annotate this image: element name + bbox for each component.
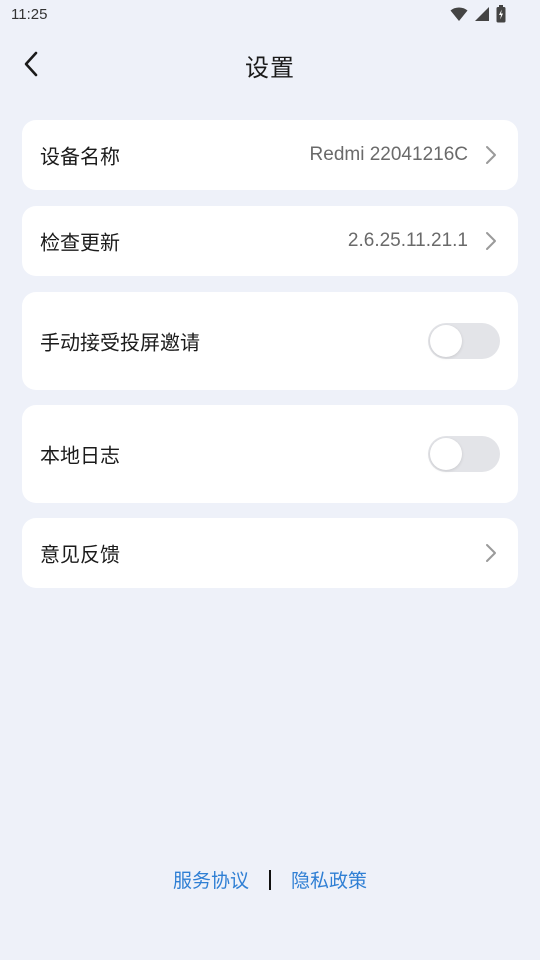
manual-accept-label: 手动接受投屏邀请 xyxy=(40,330,200,355)
footer-links: 服务协议 隐私政策 xyxy=(0,866,540,893)
manual-accept-row: 手动接受投屏邀请 xyxy=(22,292,518,390)
feedback-row[interactable]: 意见反馈 xyxy=(22,518,518,588)
wifi-icon xyxy=(450,6,468,22)
page-title: 设置 xyxy=(245,54,295,82)
privacy-policy-link[interactable]: 隐私政策 xyxy=(291,866,367,893)
device-name-row[interactable]: 设备名称 Redmi 22041216C xyxy=(22,120,518,190)
service-agreement-link[interactable]: 服务协议 xyxy=(173,866,249,893)
status-bar: 11:25 xyxy=(0,0,540,32)
feedback-label: 意见反馈 xyxy=(40,542,120,567)
battery-icon xyxy=(496,5,506,23)
chevron-right-icon xyxy=(484,144,498,166)
app-version-value: 2.6.25.11.21.1 xyxy=(347,230,468,251)
local-log-label: 本地日志 xyxy=(40,443,120,468)
status-time: 11:25 xyxy=(11,6,48,23)
cellular-signal-icon xyxy=(474,6,490,22)
local-log-row: 本地日志 xyxy=(22,405,518,503)
manual-accept-toggle[interactable] xyxy=(428,323,500,359)
check-update-row[interactable]: 检查更新 2.6.25.11.21.1 xyxy=(22,206,518,276)
local-log-toggle[interactable] xyxy=(428,436,500,472)
status-icons xyxy=(450,5,506,23)
toggle-knob xyxy=(430,325,462,357)
chevron-right-icon xyxy=(484,542,498,564)
device-name-label: 设备名称 xyxy=(40,144,120,169)
header: 设置 xyxy=(0,40,540,88)
toggle-knob xyxy=(430,438,462,470)
footer-divider xyxy=(269,869,271,890)
device-name-value: Redmi 22041216C xyxy=(309,144,468,165)
chevron-right-icon xyxy=(484,230,498,252)
check-update-label: 检查更新 xyxy=(40,230,120,255)
